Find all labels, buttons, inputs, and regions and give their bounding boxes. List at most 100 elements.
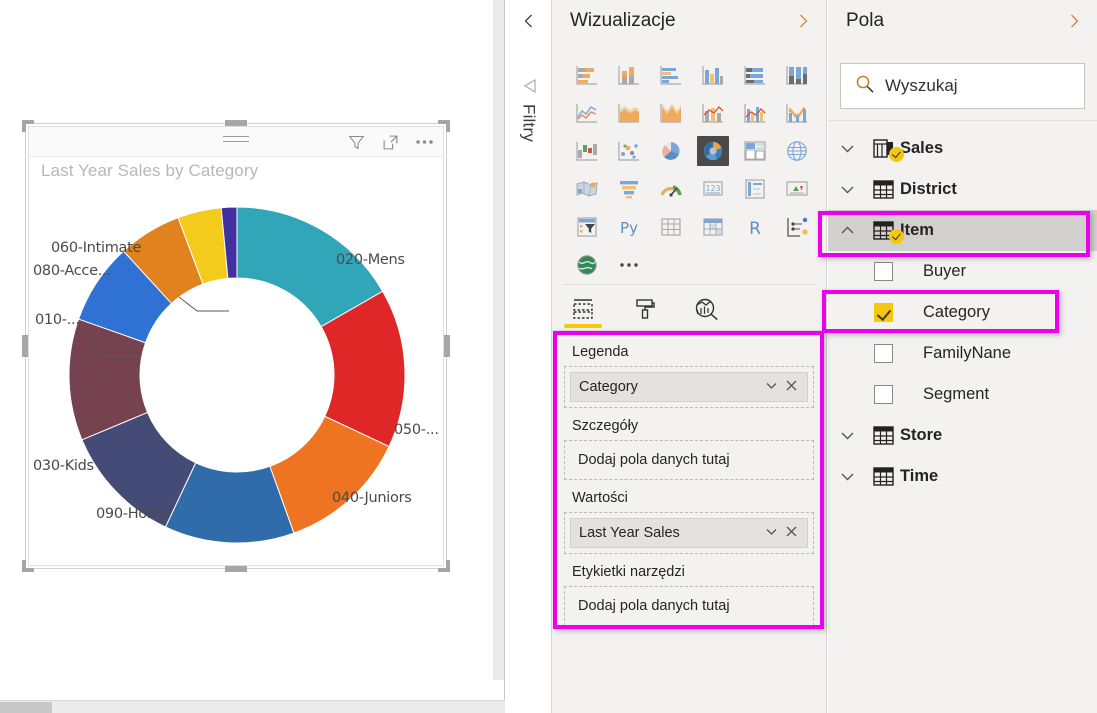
fields-table-sales[interactable]: Sales	[828, 128, 1097, 169]
visual-type-treemap-icon[interactable]	[734, 132, 776, 170]
fields-table-store[interactable]: Store	[828, 415, 1097, 456]
close-x-icon[interactable]	[781, 525, 801, 542]
filters-pane-collapsed[interactable]: Filtry	[506, 0, 552, 713]
report-canvas[interactable]: Last Year Sales by Category	[0, 0, 505, 713]
field-chip[interactable]: Category	[570, 372, 808, 402]
tab-analytics[interactable]	[676, 288, 738, 330]
visual-type-funnel-icon[interactable]	[608, 170, 650, 208]
canvas-horizontal-scroll-thumb[interactable]	[0, 702, 52, 713]
visual-type-gauge-icon[interactable]	[650, 170, 692, 208]
drag-handle-icon[interactable]	[223, 136, 249, 146]
filter-icon[interactable]	[345, 131, 367, 153]
visual-type-more-visuals-icon[interactable]	[608, 246, 650, 284]
field-checkbox[interactable]	[874, 344, 893, 363]
more-options-icon[interactable]	[413, 131, 435, 153]
well-label-wartości: Wartości	[552, 480, 826, 512]
visualization-pane-tabs[interactable]	[552, 288, 826, 330]
filter-funnel-icon[interactable]	[519, 76, 539, 101]
visual-type-filled-map-icon[interactable]	[566, 170, 608, 208]
fields-tree[interactable]: SalesDistrict Item Buyer Category FamilyNane…	[828, 128, 1097, 497]
table-icon	[866, 180, 900, 199]
field-checkbox[interactable]	[874, 303, 893, 322]
fields-search-box[interactable]: Wyszukaj	[840, 63, 1085, 109]
visual-type-line-chart-icon[interactable]	[566, 94, 608, 132]
visual-type-pie-chart-icon[interactable]	[650, 132, 692, 170]
chevron-down-icon[interactable]	[828, 181, 866, 198]
visual-type-area-chart-icon[interactable]	[608, 94, 650, 132]
visual-type-100-stacked-column-chart-icon[interactable]	[776, 56, 818, 94]
tab-format[interactable]	[614, 288, 676, 330]
donut-slice-label: 050-...	[394, 422, 439, 438]
well-dropzone-0[interactable]: Category	[564, 366, 814, 408]
visual-type-ribbon-chart-icon[interactable]	[776, 94, 818, 132]
table-icon	[658, 215, 684, 239]
key-influencers-icon	[784, 215, 810, 239]
visual-type-100-stacked-bar-chart-icon[interactable]	[734, 56, 776, 94]
line-chart-icon	[574, 101, 600, 125]
arcgis-maps-icon	[574, 253, 600, 277]
fields-table-label: Item	[900, 221, 934, 240]
visual-type-map-icon[interactable]	[776, 132, 818, 170]
visual-type-clustered-bar-chart-icon[interactable]	[650, 56, 692, 94]
fields-field-familynane[interactable]: FamilyNane	[828, 333, 1097, 374]
canvas-horizontal-scrollbar[interactable]	[0, 700, 505, 713]
visual-type-matrix-icon[interactable]	[692, 208, 734, 246]
visual-type-card-icon[interactable]: 123	[692, 170, 734, 208]
visual-type-stacked-bar-chart-icon[interactable]	[566, 56, 608, 94]
visual-type-python-visual-icon[interactable]: Py	[608, 208, 650, 246]
fields-field-label: Category	[923, 303, 990, 322]
chevron-down-icon[interactable]	[828, 427, 866, 444]
fields-table-time[interactable]: Time	[828, 456, 1097, 497]
chevron-down-icon[interactable]	[761, 378, 781, 397]
visual-type-stacked-column-chart-icon[interactable]	[608, 56, 650, 94]
fields-field-buyer[interactable]: Buyer	[828, 251, 1097, 292]
field-wells: LegendaCategorySzczegółyDodaj pola danyc…	[552, 334, 826, 626]
tab-fields[interactable]	[552, 288, 614, 330]
fields-table-district[interactable]: District	[828, 169, 1097, 210]
chevron-right-icon[interactable]	[794, 12, 812, 35]
well-dropzone-1[interactable]: Dodaj pola danych tutaj	[564, 440, 814, 480]
canvas-vertical-scroll-thumb[interactable]	[494, 0, 503, 420]
field-chip[interactable]: Last Year Sales	[570, 518, 808, 548]
well-dropzone-2[interactable]: Last Year Sales	[564, 512, 814, 554]
focus-mode-icon[interactable]	[379, 131, 401, 153]
chevron-down-icon[interactable]	[828, 468, 866, 485]
resize-handle-bottom[interactable]	[225, 565, 247, 572]
visualizations-header: Wizualizacje	[552, 0, 826, 44]
in-use-check-badge	[889, 147, 904, 162]
chevron-left-icon[interactable]	[520, 12, 538, 35]
visual-type-slicer-icon[interactable]	[566, 208, 608, 246]
stacked-area-chart-icon	[658, 101, 684, 125]
visual-type-multi-row-card-icon[interactable]	[734, 170, 776, 208]
scatter-chart-icon	[616, 139, 642, 163]
table-icon	[866, 221, 900, 240]
canvas-vertical-scrollbar[interactable]	[493, 0, 504, 680]
card-icon: 123	[700, 177, 726, 201]
visual-type-line-and-stacked-column-chart-icon[interactable]	[692, 94, 734, 132]
well-dropzone-3[interactable]: Dodaj pola danych tutaj	[564, 586, 814, 626]
fields-field-segment[interactable]: Segment	[828, 374, 1097, 415]
close-x-icon[interactable]	[781, 379, 801, 396]
donut-slice-label: 030-Kids	[33, 458, 94, 474]
visual-type-arcgis-maps-icon[interactable]	[566, 246, 608, 284]
field-chip-label: Last Year Sales	[579, 525, 761, 541]
visual-type-kpi-icon[interactable]	[776, 170, 818, 208]
chevron-down-icon[interactable]	[761, 524, 781, 543]
visual-type-clustered-column-chart-icon[interactable]	[692, 56, 734, 94]
visual-type-scatter-chart-icon[interactable]	[608, 132, 650, 170]
visual-type-table-icon[interactable]	[650, 208, 692, 246]
visual-type-stacked-area-chart-icon[interactable]	[650, 94, 692, 132]
field-checkbox[interactable]	[874, 385, 893, 404]
visual-type-gallery[interactable]: 123 Py R	[566, 56, 816, 284]
visual-type-waterfall-chart-icon[interactable]	[566, 132, 608, 170]
visual-type-line-and-clustered-column-chart-icon[interactable]	[734, 94, 776, 132]
visual-type-key-influencers-icon[interactable]	[776, 208, 818, 246]
chevron-down-icon[interactable]	[828, 140, 866, 157]
chevron-up-icon[interactable]	[828, 222, 866, 239]
fields-field-category[interactable]: Category	[828, 292, 1097, 333]
chevron-right-icon[interactable]	[1065, 12, 1083, 35]
visual-type-donut-chart-icon[interactable]	[692, 132, 734, 170]
visual-type-r-script-visual-icon[interactable]: R	[734, 208, 776, 246]
field-checkbox[interactable]	[874, 262, 893, 281]
fields-table-item[interactable]: Item	[828, 210, 1097, 251]
